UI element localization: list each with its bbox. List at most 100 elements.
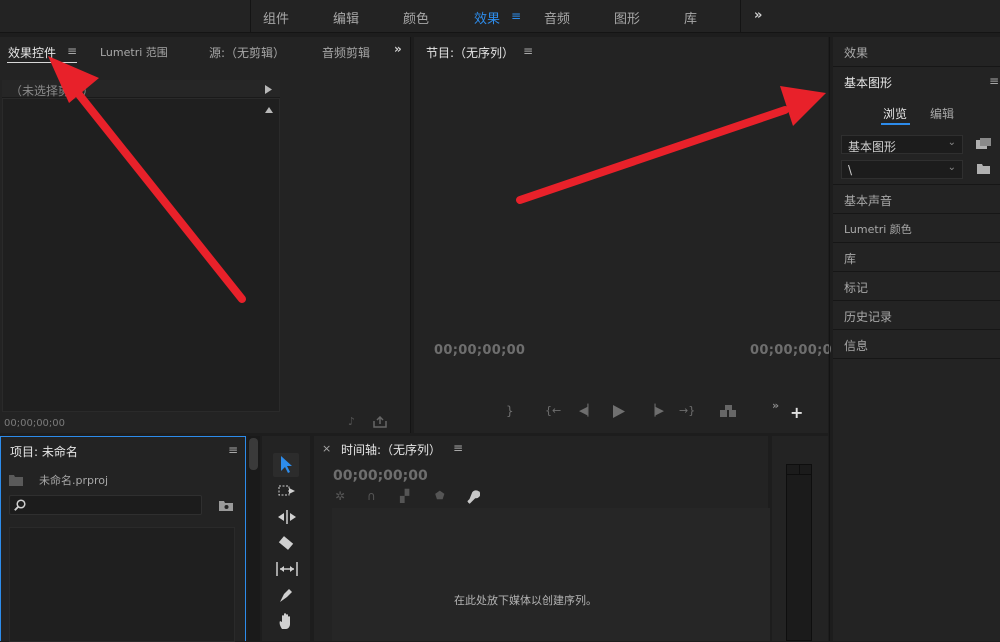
panel-menu-icon[interactable]: ≡	[523, 44, 533, 58]
chevron-down-icon: ⌄	[947, 162, 956, 173]
timeline-drop-area[interactable]: 在此处放下媒体以创建序列。	[332, 508, 770, 641]
folder-icon[interactable]	[977, 163, 990, 174]
ripple-edit-icon[interactable]	[277, 510, 297, 524]
project-file-name: 未命名.prproj	[39, 474, 109, 487]
essential-graphics-panel: 基本图形 ≡ 浏览 编辑 基本图形 ⌄ \ ⌄	[833, 67, 1000, 185]
project-scrollbar[interactable]	[248, 436, 260, 641]
playhead-timecode[interactable]: 00;00;00;00	[434, 343, 525, 358]
add-marker-icon[interactable]: ▞	[400, 489, 409, 503]
panel-row-markers[interactable]: 标记	[833, 272, 1000, 301]
graphics-folder-icon[interactable]	[976, 138, 991, 151]
play-icon[interactable]	[613, 405, 625, 418]
chevron-down-icon: ⌄	[947, 137, 956, 148]
tab-audio-clip-mixer[interactable]: 音频剪辑	[322, 44, 370, 61]
workspace-menu-icon[interactable]: ≡	[511, 9, 521, 23]
close-icon[interactable]: ×	[322, 442, 331, 455]
effect-controls-panel: 效果控件 ≡ Lumetri 范围 源:（无剪辑） 音频剪辑 » （未选择剪辑）…	[0, 37, 410, 433]
scrollbar-thumb[interactable]	[249, 438, 258, 470]
step-forward-icon[interactable]: ▕▶	[647, 404, 664, 417]
effect-controls-body	[2, 98, 280, 412]
project-search-input[interactable]	[9, 495, 202, 515]
pen-tool-icon[interactable]	[278, 587, 294, 604]
tab-effect-controls[interactable]: 效果控件	[8, 44, 56, 61]
active-tab-underline	[7, 62, 77, 63]
tab-browse[interactable]: 浏览	[883, 105, 907, 122]
active-tab-underline	[881, 123, 910, 125]
panel-menu-icon[interactable]: ≡	[67, 44, 77, 58]
lumetri-color-label: Lumetri 颜色	[844, 223, 912, 236]
workspace-tab-color[interactable]: 颜色	[403, 8, 429, 27]
track-select-icon[interactable]	[278, 484, 296, 498]
panel-menu-icon[interactable]: ≡	[989, 74, 999, 88]
timeline-timecode[interactable]: 00;00;00;00	[333, 468, 428, 484]
audio-icon[interactable]: ♪	[348, 415, 355, 428]
go-to-in-icon[interactable]: {←	[545, 404, 561, 417]
project-panel-title[interactable]: 项目: 未命名	[10, 443, 78, 460]
library-dropdown[interactable]: 基本图形 ⌄	[841, 135, 963, 154]
duration-timecode: 00;00;00;0	[750, 343, 832, 358]
drop-media-hint: 在此处放下媒体以创建序列。	[454, 594, 597, 607]
mark-out-icon[interactable]: }	[506, 404, 514, 418]
slip-tool-icon[interactable]	[276, 562, 298, 576]
hand-tool-icon[interactable]	[278, 613, 294, 630]
workspace-tab-libraries[interactable]: 库	[684, 8, 697, 27]
lift-icon[interactable]	[719, 405, 739, 418]
libraries-label: 库	[844, 252, 857, 266]
audio-meter	[786, 464, 812, 641]
tab-lumetri-scopes[interactable]: Lumetri 范围	[100, 44, 168, 60]
marker-icon[interactable]: ⬟	[435, 489, 445, 502]
controls-overflow-icon[interactable]: »	[772, 399, 779, 412]
panel-row-essential-sound[interactable]: 基本声音	[833, 185, 1000, 214]
play-triangle-icon[interactable]	[265, 85, 272, 94]
program-monitor-title[interactable]: 节目:（无序列）	[426, 44, 514, 61]
add-button-icon[interactable]: +	[790, 403, 803, 422]
right-panel-empty-area	[833, 359, 1000, 641]
razor-icon[interactable]	[277, 535, 295, 551]
panel-menu-icon[interactable]: ≡	[228, 443, 238, 457]
workspace-overflow-icon[interactable]: »	[754, 8, 762, 23]
essential-sound-label: 基本声音	[844, 194, 893, 208]
essential-graphics-title[interactable]: 基本图形	[844, 74, 892, 91]
timeline-panel: × 时间轴:（无序列） ≡ 00;00;00;00 ✲ ∩ ▞ ⬟ 在此处放下媒…	[314, 436, 770, 641]
panel-row-lumetri-color[interactable]: Lumetri 颜色	[833, 214, 1000, 243]
tools-panel	[262, 436, 310, 641]
selection-tool[interactable]	[273, 453, 299, 477]
workspace-tab-audio[interactable]: 音频	[544, 8, 570, 27]
new-bin-from-search-icon[interactable]	[219, 499, 233, 511]
library-dropdown-value: 基本图形	[848, 140, 897, 154]
tab-source[interactable]: 源:（无剪辑）	[209, 44, 285, 61]
linked-selection-icon[interactable]: ∩	[367, 489, 376, 503]
audio-meter-panel	[772, 436, 828, 641]
effect-controls-timecode: 00;00;00;00	[4, 418, 66, 429]
scroll-up-icon[interactable]	[265, 107, 273, 113]
project-file-icon	[9, 475, 23, 486]
project-bin-area	[9, 527, 235, 642]
effects-panel-header: 效果	[833, 37, 1000, 67]
step-back-icon[interactable]: ◀▏	[579, 404, 596, 417]
panel-row-info[interactable]: 信息	[833, 330, 1000, 359]
divider	[250, 0, 251, 33]
selection-arrow-icon	[281, 456, 292, 473]
workspace-bar: 组件 编辑 颜色 效果 ≡ 音频 图形 库 »	[0, 0, 1000, 33]
path-dropdown[interactable]: \ ⌄	[841, 160, 963, 179]
workspace-tab-graphics[interactable]: 图形	[614, 8, 640, 27]
panel-row-libraries[interactable]: 库	[833, 243, 1000, 272]
project-panel: 项目: 未命名 ≡ 未命名.prproj	[0, 436, 246, 642]
workspace-tab-assembly[interactable]: 组件	[263, 8, 289, 27]
wrench-icon[interactable]	[466, 490, 480, 504]
history-label: 历史记录	[844, 310, 893, 324]
panel-overflow-icon[interactable]: »	[394, 42, 402, 56]
tab-edit[interactable]: 编辑	[930, 105, 954, 122]
snap-icon[interactable]: ✲	[335, 489, 345, 503]
panel-row-history[interactable]: 历史记录	[833, 301, 1000, 330]
panel-menu-icon[interactable]: ≡	[453, 441, 463, 455]
workspace-tab-effects[interactable]: 效果	[474, 8, 500, 27]
effects-panel-title[interactable]: 效果	[844, 44, 868, 61]
timeline-title[interactable]: 时间轴:（无序列）	[341, 441, 441, 458]
go-to-out-icon[interactable]: →}	[679, 404, 695, 417]
divider	[829, 37, 830, 641]
workspace-tab-editing[interactable]: 编辑	[333, 8, 359, 27]
export-frame-icon[interactable]	[373, 416, 387, 428]
no-clip-selected-label: （未选择剪辑）	[10, 84, 95, 98]
meter-divider	[799, 465, 800, 475]
